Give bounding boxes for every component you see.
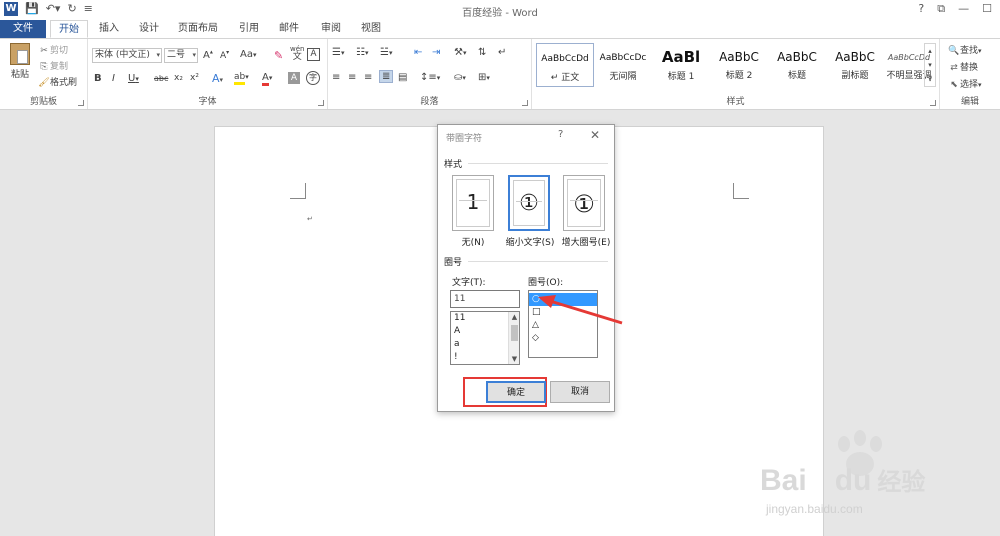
annotation-arrow-icon: [538, 295, 623, 325]
